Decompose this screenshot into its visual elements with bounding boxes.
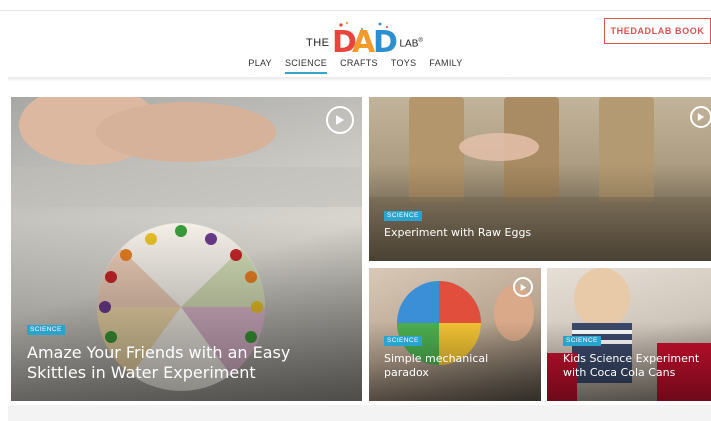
featured-card-coca-cola[interactable]: SCIENCE Kids Science Experiment with Coc… [547,268,711,401]
logo-lab-text: LAB® [399,38,423,50]
play-icon[interactable] [326,106,354,134]
main-nav: PLAY SCIENCE CRAFTS TOYS FAMILY [0,58,711,74]
card-title[interactable]: Kids Science Experiment with Coca Cola C… [563,352,708,380]
featured-card-skittles[interactable]: SCIENCE Amaze Your Friends with an Easy … [11,97,362,401]
card-title[interactable]: Simple mechanical paradox [384,352,534,380]
nav-item-family[interactable]: FAMILY [429,58,462,74]
card-title[interactable]: Experiment with Raw Eggs [384,226,684,240]
category-tag[interactable]: SCIENCE [27,325,65,335]
dadlab-book-button[interactable]: THEDADLAB BOOK [604,18,711,44]
play-icon[interactable] [513,277,533,297]
header-shadow [8,77,711,81]
svg-text:D: D [373,25,398,57]
content-footer-band [8,405,711,421]
category-tag[interactable]: SCIENCE [563,336,601,346]
nav-item-science[interactable]: SCIENCE [284,58,328,74]
logo-dad-wordmark: D A D [332,21,398,57]
card-title[interactable]: Amaze Your Friends with an Easy Skittles… [27,343,352,383]
site-header: THE D A D LAB® THEDADLAB BOOK PLAY SCIEN… [0,11,711,77]
play-icon[interactable] [690,106,711,128]
nav-item-crafts[interactable]: CRAFTS [340,58,378,74]
category-tag[interactable]: SCIENCE [384,336,422,346]
nav-item-play[interactable]: PLAY [248,58,272,74]
featured-card-raw-eggs[interactable]: SCIENCE Experiment with Raw Eggs [369,97,711,261]
featured-card-mechanical-paradox[interactable]: SCIENCE Simple mechanical paradox [369,268,541,401]
category-tag[interactable]: SCIENCE [384,211,422,221]
site-logo[interactable]: THE D A D LAB® [306,19,426,59]
logo-the-text: THE [306,37,330,49]
nav-item-toys[interactable]: TOYS [391,58,417,74]
